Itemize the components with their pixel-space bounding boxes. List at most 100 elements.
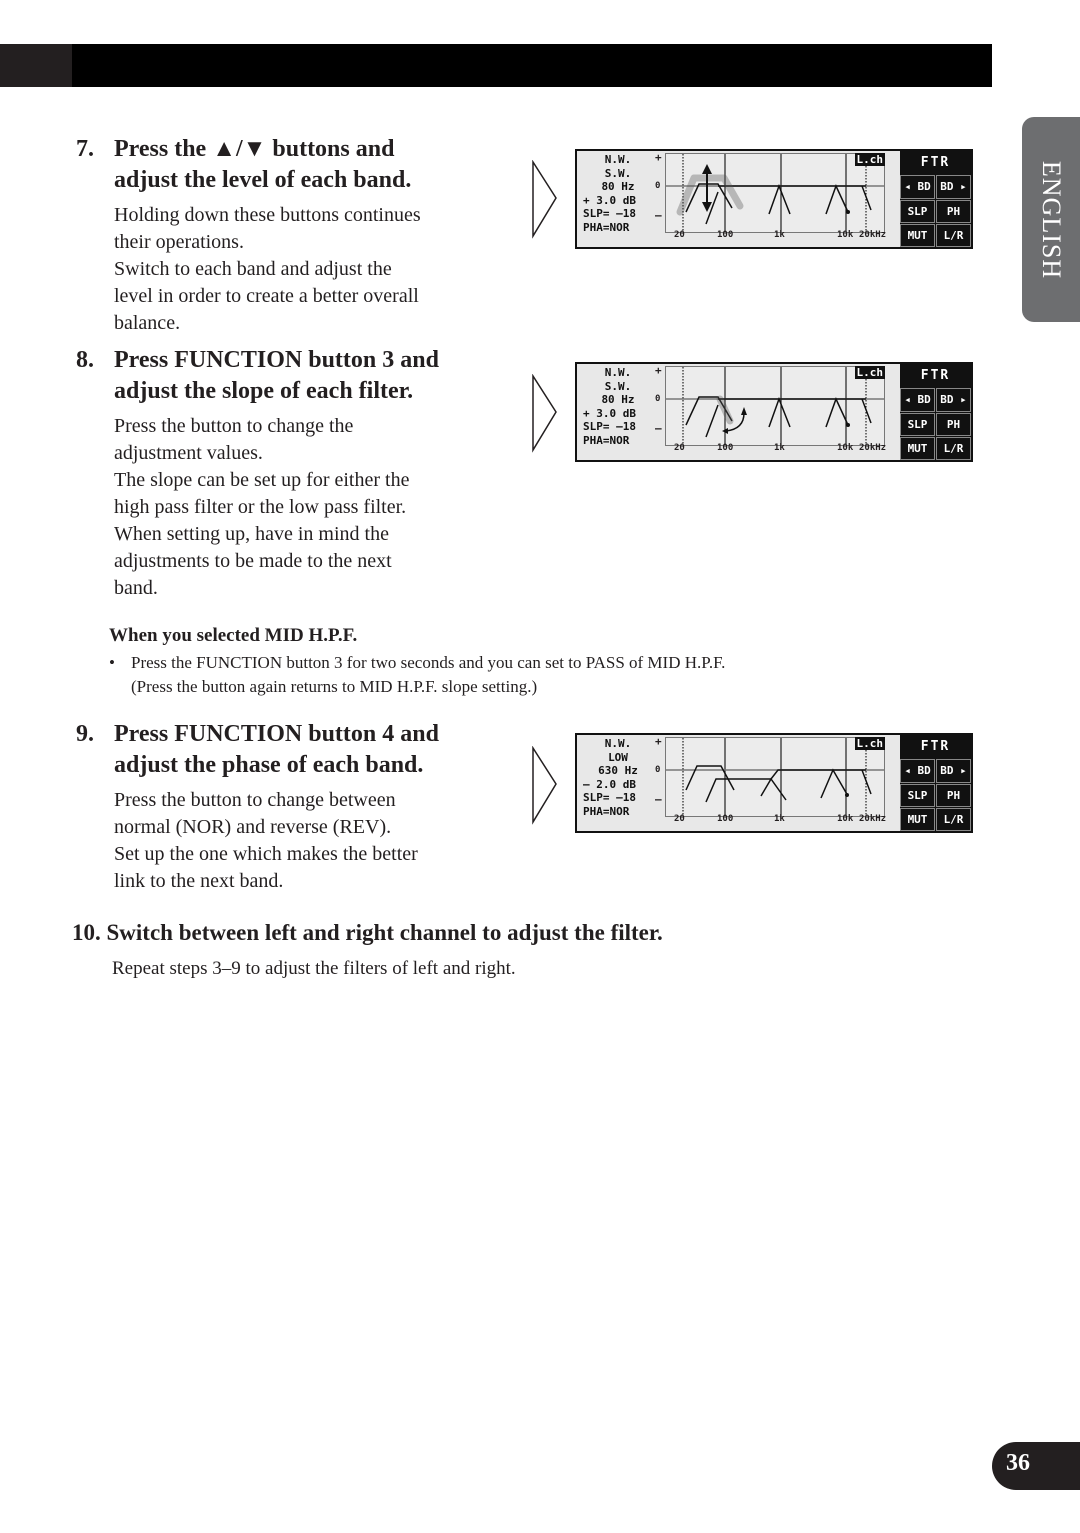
lcd-slope: SLP= –18 xyxy=(583,420,636,433)
band-mid-hpf xyxy=(705,404,719,438)
phase-button[interactable]: PH xyxy=(936,412,971,436)
slope-button[interactable]: SLP xyxy=(900,199,935,223)
page-number: 36 xyxy=(1006,1450,1030,1476)
lcd-frequency: 80 Hz xyxy=(601,393,635,406)
lcd-level: + 3.0 dB xyxy=(583,193,636,207)
step-number: 8. xyxy=(76,347,94,373)
lr-button[interactable]: L/R xyxy=(936,223,971,247)
selection-outline xyxy=(716,395,734,425)
header-tab-marker xyxy=(0,44,72,87)
bullet-icon: • xyxy=(109,653,115,672)
note-heading: When you selected MID H.P.F. xyxy=(109,625,358,646)
eq-graph: L.ch xyxy=(665,737,885,817)
x-tick: 20 xyxy=(674,230,685,240)
x-tick: 1k xyxy=(774,814,785,824)
level-plus-label: + xyxy=(655,364,662,377)
lcd-frequency: 80 Hz xyxy=(601,180,635,193)
x-tick: 10k xyxy=(837,814,854,824)
lcd-info: N.W. S.W. 80 Hz + 3.0 dB SLP= –18 PHA=NO… xyxy=(583,153,653,234)
pointer-arrow-icon xyxy=(532,746,557,825)
band-prev-button[interactable]: ◂ BD xyxy=(900,175,935,199)
band-next-button[interactable]: BD ▸ xyxy=(936,759,971,783)
lcd-frequency: 630 Hz xyxy=(598,764,638,777)
function-pad: FTR ◂ BD BD ▸ SLP PH MUT L/R xyxy=(900,735,971,831)
ftr-label: FTR xyxy=(900,735,971,759)
eq-graph: L.ch xyxy=(665,366,885,446)
level-minus-label: – xyxy=(655,422,662,435)
language-tab: ENGLISH xyxy=(1022,117,1080,322)
lcd-display: N.W. S.W. 80 Hz + 3.0 dB SLP= –18 PHA=NO… xyxy=(575,149,973,249)
mute-button[interactable]: MUT xyxy=(900,436,935,460)
step-heading: Press FUNCTION button 4 and adjust the p… xyxy=(114,721,439,778)
language-tab-label: ENGLISH xyxy=(1037,160,1066,279)
step-number: 9. xyxy=(76,721,94,747)
step-heading: Press FUNCTION button 3 and adjust the s… xyxy=(114,347,439,404)
step-10-body: Repeat steps 3–9 to adjust the filters o… xyxy=(112,958,516,979)
slope-button[interactable]: SLP xyxy=(900,783,935,807)
function-pad: FTR ◂ BD BD ▸ SLP PH MUT L/R xyxy=(900,151,971,247)
x-tick: 20 xyxy=(674,814,685,824)
level-zero-label: 0 xyxy=(655,765,661,775)
function-pad: FTR ◂ BD BD ▸ SLP PH MUT L/R xyxy=(900,364,971,460)
eq-graph: L.ch xyxy=(665,153,885,233)
channel-badge: L.ch xyxy=(854,153,885,166)
level-minus-label: – xyxy=(655,209,662,222)
level-plus-label: + xyxy=(655,151,662,164)
header-bar xyxy=(0,44,992,87)
band-next-button[interactable]: BD ▸ xyxy=(936,175,971,199)
ftr-label: FTR xyxy=(900,151,971,175)
eq-curve xyxy=(666,367,884,445)
lcd-line2: S.W. xyxy=(604,379,632,393)
slope-button[interactable]: SLP xyxy=(900,412,935,436)
band-marker xyxy=(846,210,850,214)
lcd-slope: SLP= –18 xyxy=(583,791,636,804)
lcd-info: N.W. LOW 630 Hz – 2.0 dB SLP= –18 PHA=NO… xyxy=(583,737,653,818)
lcd-level: + 3.0 dB xyxy=(583,406,636,420)
x-tick: 10k xyxy=(837,230,854,240)
lcd-info: N.W. S.W. 80 Hz + 3.0 dB SLP= –18 PHA=NO… xyxy=(583,366,653,447)
lcd-slope: SLP= –18 xyxy=(583,207,636,220)
lcd-display: N.W. LOW 630 Hz – 2.0 dB SLP= –18 PHA=NO… xyxy=(575,733,973,833)
note-text: Press the FUNCTION button 3 for two seco… xyxy=(131,653,726,696)
band-prev-button[interactable]: ◂ BD xyxy=(900,759,935,783)
x-tick: 100 xyxy=(717,443,734,453)
lcd-phase: PHA=NOR xyxy=(583,220,630,234)
x-tick: 100 xyxy=(717,814,734,824)
mute-button[interactable]: MUT xyxy=(900,807,935,831)
lcd-phase: PHA=NOR xyxy=(583,433,630,447)
pointer-arrow-icon xyxy=(532,374,557,453)
phase-button[interactable]: PH xyxy=(936,783,971,807)
phase-button[interactable]: PH xyxy=(936,199,971,223)
band-prev-button[interactable]: ◂ BD xyxy=(900,388,935,412)
band-mid-slope xyxy=(760,777,787,801)
lcd-phase: PHA=NOR xyxy=(583,804,630,818)
lcd-line1: N.W. xyxy=(604,737,632,750)
x-tick: 1k xyxy=(774,230,785,240)
band-mid-curve xyxy=(768,396,791,428)
band-high-curve xyxy=(820,768,849,799)
lcd-line2: LOW xyxy=(608,750,628,764)
lr-button[interactable]: L/R xyxy=(936,436,971,460)
x-tick: 100 xyxy=(717,230,734,240)
step-heading: Press the ▲/▼ buttons and adjust the lev… xyxy=(114,136,412,193)
band-mid-curve xyxy=(768,183,791,215)
level-zero-label: 0 xyxy=(655,394,661,404)
step-number: 7. xyxy=(76,136,94,162)
x-tick: 20kHz xyxy=(859,814,887,824)
lr-button[interactable]: L/R xyxy=(936,807,971,831)
x-tick: 10k xyxy=(837,443,854,453)
x-tick: 20 xyxy=(674,443,685,453)
lcd-line2: S.W. xyxy=(604,166,632,180)
band-next-button[interactable]: BD ▸ xyxy=(936,388,971,412)
band-marker xyxy=(846,423,850,427)
band-high-curve xyxy=(825,397,849,428)
lcd-display: N.W. S.W. 80 Hz + 3.0 dB SLP= –18 PHA=NO… xyxy=(575,362,973,462)
level-zero-label: 0 xyxy=(655,181,661,191)
step-body: Press the button to change between norma… xyxy=(114,789,418,892)
x-tick: 20kHz xyxy=(859,230,887,240)
ftr-label: FTR xyxy=(900,364,971,388)
x-tick: 20kHz xyxy=(859,443,887,453)
step-10-heading: 10. Switch between left and right channe… xyxy=(72,920,663,945)
mute-button[interactable]: MUT xyxy=(900,223,935,247)
level-minus-label: – xyxy=(655,793,662,806)
